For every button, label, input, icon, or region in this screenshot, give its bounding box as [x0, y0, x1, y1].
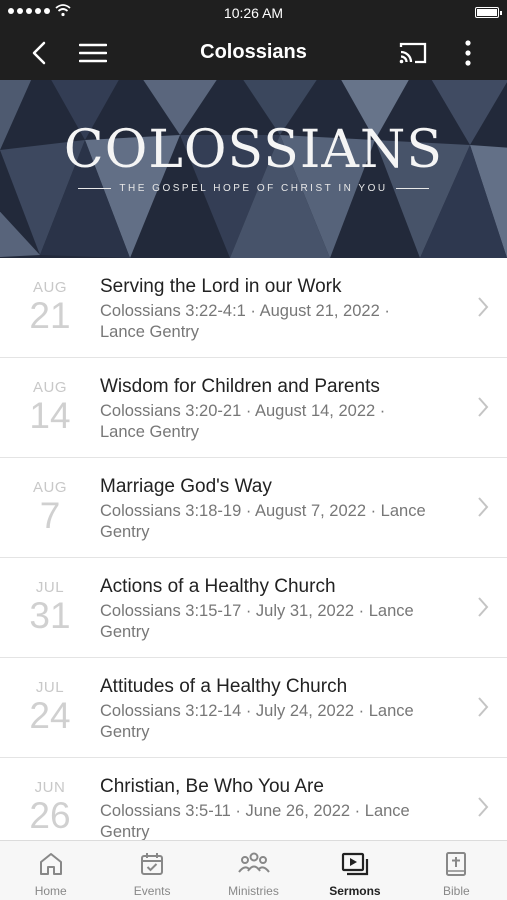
date-day: 14 [29, 395, 71, 436]
tab-bible[interactable]: Bible [406, 841, 507, 900]
sermon-row[interactable]: JUN 26 Christian, Be Who You Are Colossi… [0, 758, 507, 840]
banner-subtitle-row: THE GOSPEL HOPE OF CHRIST IN YOU [78, 183, 429, 194]
chevron-right-icon [478, 597, 489, 617]
sermon-title: Attitudes of a Healthy Church [100, 676, 348, 697]
sermon-meta: Colossians 3:18-19 · August 7, 2022 · La… [100, 502, 426, 541]
home-icon [39, 853, 62, 875]
sermon-row[interactable]: AUG 21 Serving the Lord in our Work Colo… [0, 258, 507, 358]
tab-label: Ministries [228, 884, 279, 898]
sermon-meta: Colossians 3:20-21 · August 14, 2022 · L… [100, 402, 386, 441]
tab-label: Sermons [329, 884, 381, 898]
battery-icon [475, 7, 502, 18]
tab-sermons[interactable]: Sermons [304, 841, 405, 900]
bible-icon [446, 852, 467, 876]
cast-button[interactable] [396, 36, 430, 70]
date-month: JUL [35, 679, 65, 696]
divider [78, 188, 112, 189]
date-month: AUG [32, 379, 67, 396]
tab-label: Home [34, 884, 67, 898]
tab-ministries[interactable]: Ministries [203, 841, 304, 900]
chevron-right-icon [478, 697, 489, 717]
sermon-meta: Colossians 3:12-14 · July 24, 2022 · Lan… [100, 702, 414, 741]
more-vertical-icon [465, 40, 471, 66]
sermon-meta: Colossians 3:5-11 · June 26, 2022 · Lanc… [100, 802, 410, 840]
people-icon [237, 852, 270, 873]
chevron-right-icon [478, 497, 489, 517]
date-month: AUG [32, 279, 67, 296]
banner-subtitle: THE GOSPEL HOPE OF CHRIST IN YOU [119, 183, 388, 194]
date-day: 7 [39, 495, 61, 536]
calendar-icon [141, 853, 164, 875]
chevron-right-icon [478, 397, 489, 417]
date-day: 21 [29, 295, 71, 336]
page-title: Colossians [200, 41, 307, 63]
tab-home[interactable]: Home [0, 841, 101, 900]
video-icon [341, 852, 369, 876]
divider [395, 188, 429, 189]
sermon-title: Wisdom for Children and Parents [100, 376, 380, 397]
status-time: 10:26 AM [223, 5, 284, 21]
sermon-title: Serving the Lord in our Work [100, 276, 342, 297]
sermon-title: Marriage God's Way [100, 476, 272, 497]
sermon-meta: Colossians 3:15-17 · July 31, 2022 · Lan… [100, 602, 414, 641]
sermon-meta: Colossians 3:22-4:1 · August 21, 2022 · … [100, 302, 390, 341]
banner-title: COLOSSIANS [63, 120, 444, 180]
sermon-row[interactable]: JUL 31 Actions of a Healthy Church Colos… [0, 558, 507, 658]
tab-label: Events [133, 884, 171, 898]
tab-bar: Home Events Ministries Sermons Bible [0, 840, 507, 900]
date-day: 31 [29, 595, 71, 636]
date-day: 26 [29, 795, 71, 836]
sermon-list: AUG 21 Serving the Lord in our Work Colo… [0, 258, 507, 840]
date-month: JUN [34, 779, 66, 796]
sermon-row[interactable]: AUG 14 Wisdom for Children and Parents C… [0, 358, 507, 458]
more-button[interactable] [451, 36, 485, 70]
chevron-right-icon [478, 797, 489, 817]
sermon-title: Actions of a Healthy Church [100, 576, 336, 597]
date-month: AUG [32, 479, 67, 496]
nav-bar: Colossians [0, 26, 507, 80]
date-month: JUL [35, 579, 65, 596]
sermon-row[interactable]: JUL 24 Attitudes of a Healthy Church Col… [0, 658, 507, 758]
sermon-row[interactable]: AUG 7 Marriage God's Way Colossians 3:18… [0, 458, 507, 558]
series-banner: COLOSSIANS THE GOSPEL HOPE OF CHRIST IN … [0, 80, 507, 258]
cast-icon [399, 42, 427, 64]
sermon-title: Christian, Be Who You Are [100, 776, 324, 797]
tab-events[interactable]: Events [101, 841, 202, 900]
status-bar: 10:26 AM [0, 0, 507, 26]
chevron-right-icon [478, 297, 489, 317]
tab-label: Bible [442, 884, 470, 898]
date-day: 24 [29, 695, 71, 736]
